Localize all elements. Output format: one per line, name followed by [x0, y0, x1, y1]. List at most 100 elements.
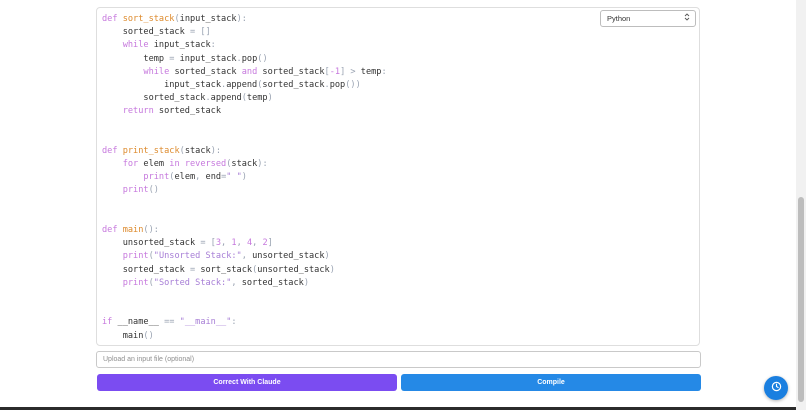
code-token: temp	[360, 66, 382, 77]
input-file-placeholder: Upload an input file (optional)	[103, 356, 195, 363]
code-token: print	[143, 172, 170, 183]
code-token: def	[102, 14, 123, 24]
code-token: temp	[102, 53, 170, 64]
page-scrollbar[interactable]	[796, 0, 806, 410]
code-line: return sorted_stack	[102, 105, 387, 118]
code-token: )	[267, 93, 273, 104]
code-token: unsorted_stack	[252, 251, 325, 262]
code-token: )	[329, 264, 335, 275]
code-token: reversed	[184, 159, 227, 170]
language-select-value: Python	[607, 14, 631, 23]
code-line: print("Sorted Stack:", sorted_stack)	[102, 277, 387, 290]
code-token: pop	[329, 79, 346, 90]
code-token: main	[102, 330, 144, 341]
code-token: sorted_stack	[158, 106, 222, 117]
code-line: print("Unsorted Stack:", unsorted_stack)	[102, 250, 387, 263]
code-token: input_stack	[153, 40, 211, 51]
input-file-field[interactable]: Upload an input file (optional)	[96, 351, 701, 368]
code-token: print	[122, 251, 149, 262]
code-token: unsorted_stack	[102, 238, 201, 249]
code-token: sorted_stack	[102, 93, 206, 104]
language-select[interactable]: Python	[600, 10, 696, 27]
compile-button[interactable]: Compile	[401, 374, 701, 391]
code-token: = [	[200, 238, 216, 249]
code-token: ==	[164, 317, 180, 328]
code-token: elem	[143, 159, 170, 170]
code-token: ,	[252, 238, 263, 249]
code-token: unsorted_stack	[257, 264, 330, 275]
code-token: def	[102, 145, 123, 156]
code-line: sorted_stack.append(temp)	[102, 92, 387, 105]
code-token: sorted_stack	[241, 277, 304, 288]
code-token: pop	[241, 53, 258, 64]
code-token: sorted_stack	[262, 79, 325, 90]
code-token: append	[210, 93, 242, 104]
code-token: ,	[231, 277, 242, 288]
code-token: ):	[210, 145, 222, 156]
code-token: sorted_stack	[102, 264, 190, 275]
code-line: for elem in reversed(stack):	[102, 158, 387, 171]
code-token: sort_stack	[200, 264, 253, 275]
code-token: main	[122, 225, 144, 235]
code-token: return	[122, 106, 159, 117]
code-token: "Sorted Stack:"	[153, 277, 232, 288]
code-token: stack	[231, 159, 258, 170]
floating-action-button[interactable]	[764, 376, 788, 400]
code-line: while sorted_stack and sorted_stack[-1] …	[102, 66, 387, 79]
code-line: print()	[102, 184, 387, 197]
code-token: :	[210, 40, 216, 51]
code-token: temp	[246, 93, 268, 104]
code-token: sort_stack	[122, 14, 175, 24]
clock-icon	[771, 379, 782, 397]
code-token: )	[324, 251, 330, 262]
code-token: input_stack	[179, 14, 237, 24]
code-line: main()	[102, 330, 387, 343]
code-token: for	[122, 159, 144, 170]
code-token: ):	[257, 159, 268, 170]
code-token: =	[189, 264, 201, 275]
code-token: print_stack	[122, 145, 180, 156]
code-token: if	[102, 317, 118, 328]
code-line: unsorted_stack = [3, 1, 4, 2]	[102, 237, 387, 250]
code-token: )	[241, 172, 247, 183]
code-token: ,	[195, 172, 206, 183]
code-token: ()	[257, 53, 268, 64]
code-token: append	[226, 79, 258, 90]
code-editor[interactable]: def sort_stack(input_stack): sorted_stac…	[96, 7, 700, 346]
code-token: sorted_stack	[262, 66, 325, 77]
code-token: ,	[221, 238, 232, 249]
code-area[interactable]: def sort_stack(input_stack): sorted_stac…	[102, 13, 387, 343]
code-line: sorted_stack = []	[102, 26, 387, 39]
code-token: input_stack	[179, 53, 237, 64]
code-token: while	[122, 40, 154, 51]
correct-with-claude-label: Correct With Claude	[213, 379, 281, 386]
code-token: ())	[345, 79, 361, 90]
code-token: ()	[143, 330, 154, 341]
code-token: "Unsorted Stack:"	[153, 251, 242, 262]
code-token: sorted_stack	[102, 27, 190, 38]
chevron-up-down-icon	[684, 13, 690, 21]
code-token: end	[205, 172, 222, 183]
scrollbar-thumb[interactable]	[798, 197, 804, 402]
code-token: ):	[236, 14, 247, 24]
code-token: while	[143, 66, 175, 77]
correct-with-claude-button[interactable]: Correct With Claude	[97, 374, 397, 391]
code-token: stack	[184, 145, 211, 156]
code-token: :	[381, 66, 387, 77]
code-token: ():	[143, 225, 159, 235]
code-token: ,	[236, 238, 247, 249]
code-token: print	[122, 185, 149, 196]
compile-label: Compile	[537, 379, 565, 386]
code-line: input_stack.append(sorted_stack.pop())	[102, 79, 387, 92]
code-line: if __name__ == "__main__":	[102, 316, 387, 329]
